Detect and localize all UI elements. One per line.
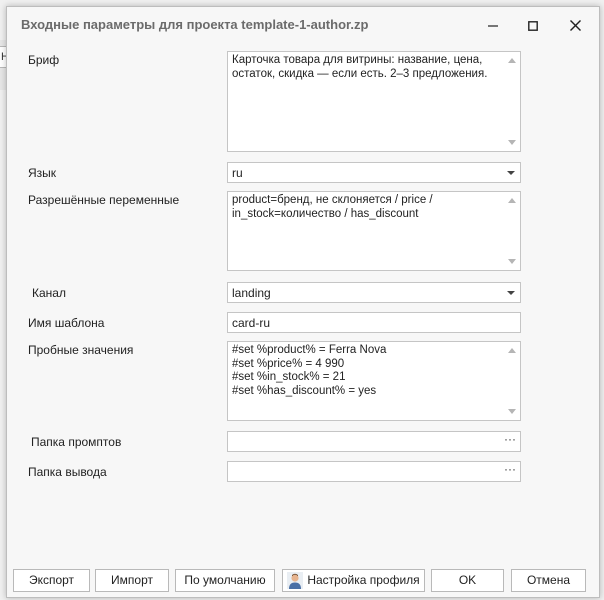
- test-values-label: Пробные значения: [28, 343, 134, 357]
- channel-value: landing: [232, 286, 271, 300]
- prompts-folder-label: Папка промптов: [31, 435, 122, 449]
- defaults-button[interactable]: По умолчанию: [175, 569, 275, 592]
- brief-label: Бриф: [28, 53, 60, 67]
- language-label: Язык: [28, 166, 57, 180]
- import-button[interactable]: Импорт: [95, 569, 169, 592]
- maximize-button[interactable]: [513, 11, 553, 39]
- cancel-button[interactable]: Отмена: [511, 569, 586, 592]
- language-value: ru: [232, 166, 243, 180]
- output-folder-label: Папка вывода: [28, 465, 107, 479]
- test-values-scrollbar[interactable]: [505, 342, 520, 420]
- user-avatar-icon: [287, 572, 303, 589]
- chevron-down-icon[interactable]: [507, 291, 515, 295]
- profile-settings-button[interactable]: Настройка профиля: [282, 569, 425, 592]
- brief-textarea[interactable]: Карточка товара для витрины: название, ц…: [227, 51, 521, 152]
- output-folder-input[interactable]: ···: [227, 461, 521, 482]
- allowed-vars-scrollbar[interactable]: [505, 192, 520, 270]
- profile-settings-label: Настройка профиля: [307, 573, 420, 587]
- template-name-label: Имя шаблона: [28, 316, 105, 330]
- project-parameters-dialog: Входные параметры для проекта template-1…: [6, 6, 600, 598]
- dialog-title: Входные параметры для проекта template-1…: [21, 17, 369, 32]
- channel-label: Канал: [32, 286, 66, 300]
- allowed-vars-label: Разрешённые переменные: [28, 193, 180, 207]
- ellipsis-icon[interactable]: ···: [502, 433, 518, 449]
- title-bar[interactable]: Входные параметры для проекта template-1…: [7, 7, 599, 41]
- ellipsis-icon[interactable]: ···: [502, 463, 518, 479]
- channel-select[interactable]: landing: [227, 282, 521, 303]
- allowed-vars-text: product=бренд, не склоняется / price / i…: [232, 194, 433, 220]
- prompts-folder-input[interactable]: ···: [227, 431, 521, 452]
- template-name-input[interactable]: card-ru: [227, 312, 521, 333]
- language-select[interactable]: ru: [227, 162, 521, 183]
- template-name-value: card-ru: [232, 316, 271, 330]
- close-icon: [569, 20, 581, 32]
- maximize-icon: [528, 20, 538, 31]
- allowed-vars-textarea[interactable]: product=бренд, не склоняется / price / i…: [227, 191, 521, 271]
- minimize-icon: [488, 25, 498, 27]
- test-values-text: #set %product% = Ferra Nova #set %price%…: [232, 344, 387, 397]
- brief-text: Карточка товара для витрины: название, ц…: [232, 54, 488, 80]
- close-button[interactable]: [555, 11, 595, 39]
- export-button[interactable]: Экспорт: [13, 569, 90, 592]
- test-values-textarea[interactable]: #set %product% = Ferra Nova #set %price%…: [227, 341, 521, 421]
- ok-button[interactable]: OK: [431, 569, 504, 592]
- chevron-down-icon[interactable]: [507, 171, 515, 175]
- brief-scrollbar[interactable]: [505, 52, 520, 151]
- minimize-button[interactable]: [473, 11, 513, 39]
